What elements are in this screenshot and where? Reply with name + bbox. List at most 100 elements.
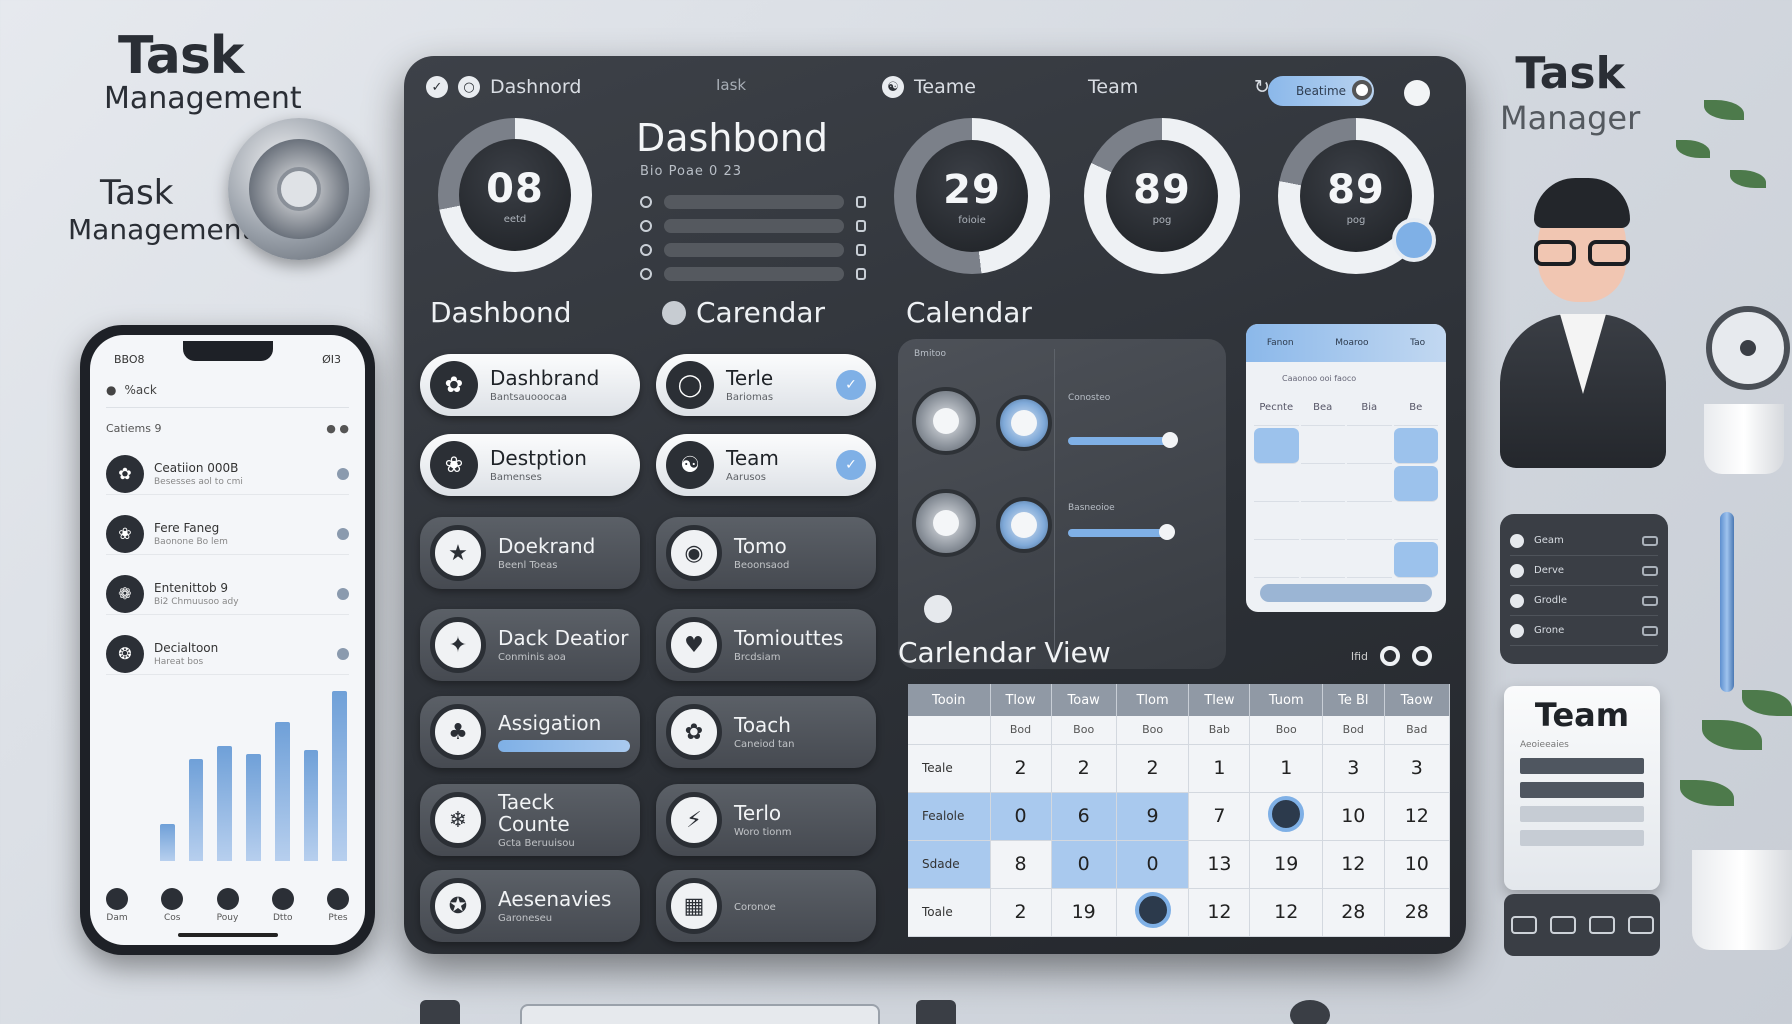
calendar-cell[interactable]: 10 (1384, 840, 1451, 889)
calendar-cell[interactable]: 8 (990, 840, 1052, 889)
control-button[interactable] (1549, 916, 1576, 934)
calendar-event-cell[interactable] (1249, 792, 1324, 841)
calendar-cell[interactable]: 2 (1051, 744, 1117, 793)
toggle-icon[interactable] (1352, 80, 1372, 100)
settings-icon[interactable] (1404, 80, 1430, 106)
event-marker-icon[interactable] (1268, 795, 1305, 832)
calendar-cell[interactable]: 3 (1322, 744, 1385, 793)
slider-2[interactable] (1068, 524, 1175, 540)
calendar-cell[interactable]: 12 (1188, 888, 1251, 937)
menu-item-team[interactable]: ☯ Team Aarusos ✓ (656, 434, 876, 496)
calendar-cell[interactable]: 2 (1116, 744, 1190, 793)
side-list-item[interactable]: Geam (1510, 526, 1658, 556)
pin-icon[interactable] (1412, 646, 1432, 666)
calendar-cell[interactable]: 10 (1322, 792, 1385, 841)
mini-cell[interactable] (1300, 504, 1345, 540)
calendar-cell[interactable]: 2 (990, 744, 1052, 793)
mini-cell[interactable] (1347, 466, 1392, 502)
calendar-cell[interactable]: 0 (1116, 840, 1190, 889)
dial-knob-icon[interactable] (228, 118, 370, 260)
phone-tab[interactable]: Pouy (216, 888, 239, 923)
toggle-icon[interactable] (1642, 595, 1658, 606)
mini-cell[interactable] (1393, 542, 1438, 578)
menu-item-terlo[interactable]: ⚡ Terlo Woro tionm (656, 784, 876, 856)
calendar-cell[interactable]: 2 (990, 888, 1052, 937)
calendar-cell[interactable]: 3 (1384, 744, 1451, 793)
menu-item-toach[interactable]: ✿ Toach Caneiod tan (656, 696, 876, 768)
mini-cell[interactable] (1254, 428, 1299, 464)
slider-1[interactable] (1068, 432, 1178, 448)
menu-item-taeck-counte[interactable]: ❄ Taeck Counte Gcta Beruuisou (420, 784, 640, 856)
control-knob-icon[interactable] (996, 395, 1052, 451)
menu-item-assigation[interactable]: ♣ Assigation (420, 696, 640, 768)
nav-dashboard[interactable]: ✓ ○ Dashnord (426, 76, 581, 98)
calendar-cell[interactable]: 6 (1051, 792, 1117, 841)
toggle-icon[interactable] (1642, 565, 1658, 576)
menu-item-dack-deatior[interactable]: ✦ Dack Deatior Conminis aoa (420, 609, 640, 681)
phone-list-item[interactable]: ❁ Entenittob 9 Bi2 Chmuusoo ady (106, 573, 349, 615)
phone-tab[interactable]: Ptes (327, 888, 349, 923)
mini-cell[interactable] (1254, 466, 1299, 502)
check-icon[interactable]: ✓ (836, 370, 866, 400)
mini-cell[interactable] (1347, 504, 1392, 540)
nav-teame[interactable]: ☯ Teame (882, 76, 976, 98)
control-button[interactable] (1627, 916, 1654, 934)
control-button[interactable] (1510, 916, 1537, 934)
more-icon[interactable]: ● ● (326, 422, 349, 435)
calendar-cell[interactable]: 1 (1249, 744, 1324, 793)
calendar-cell[interactable]: 19 (1051, 888, 1117, 937)
side-list-item[interactable]: Derve (1510, 556, 1658, 586)
phone-list-item[interactable]: ✿ Ceatiion 000B Besesses aol to cmi (106, 453, 349, 495)
toggle-icon[interactable] (1642, 535, 1658, 546)
target-icon[interactable] (1380, 646, 1400, 666)
mini-cell[interactable] (1393, 428, 1438, 464)
event-marker-icon[interactable] (1134, 891, 1171, 928)
badge-icon[interactable] (1392, 218, 1436, 262)
phone-tab[interactable]: Dtto (271, 888, 294, 923)
menu-item-doekrand[interactable]: ★ Doekrand Beenl Toeas (420, 517, 640, 589)
calendar-cell[interactable]: 9 (1116, 792, 1190, 841)
mini-cell[interactable] (1393, 466, 1438, 502)
menu-item-dashbrand[interactable]: ✿ Dashbrand Bantsauooocaa (420, 354, 640, 416)
calendar-cell[interactable]: 12 (1322, 840, 1385, 889)
mini-cell[interactable] (1254, 504, 1299, 540)
team-card[interactable]: Team Aeoieeaies (1504, 686, 1660, 890)
calendar-cell[interactable]: 28 (1384, 888, 1451, 937)
flower-icon[interactable] (924, 595, 952, 623)
menu-item-tomiouttes[interactable]: ♥ Tomiouttes Brcdsiam (656, 609, 876, 681)
mini-cell[interactable] (1393, 504, 1438, 540)
calendar-cell[interactable]: 0 (990, 792, 1052, 841)
calendar-cell[interactable]: 12 (1384, 792, 1451, 841)
control-knob-icon[interactable] (912, 489, 980, 557)
calendar-cell[interactable]: 28 (1322, 888, 1385, 937)
mini-cell[interactable] (1347, 428, 1392, 464)
control-knob-icon[interactable] (912, 387, 980, 455)
menu-item-coronoe[interactable]: ▦ Coronoe (656, 870, 876, 942)
side-list-item[interactable]: Grodle (1510, 586, 1658, 616)
phone-list-item[interactable]: ❀ Fere Faneg Baonone Bo lem (106, 513, 349, 555)
phone-search-bar[interactable]: ● %ack (106, 382, 349, 408)
toggle-icon[interactable] (1642, 625, 1658, 636)
calendar-cell[interactable]: 12 (1249, 888, 1324, 937)
phone-list-item[interactable]: ❂ Decialtoon Hareat bos (106, 633, 349, 675)
calendar-cell[interactable]: 1 (1188, 744, 1251, 793)
mini-cell[interactable] (1300, 542, 1345, 578)
control-knob-icon[interactable] (996, 497, 1052, 553)
calendar-cell[interactable]: 7 (1188, 792, 1251, 841)
nav-team[interactable]: Team (1088, 76, 1138, 98)
calendar-cell[interactable]: 19 (1249, 840, 1324, 889)
mini-cell[interactable] (1300, 466, 1345, 502)
menu-item-destption[interactable]: ❀ Destption Bamenses (420, 434, 640, 496)
control-button[interactable] (1588, 916, 1615, 934)
calendar-cell[interactable]: 13 (1188, 840, 1251, 889)
nav-task[interactable]: Iask (716, 76, 746, 94)
calendar-event-cell[interactable] (1116, 888, 1190, 937)
menu-item-terle[interactable]: ◯ Terle Bariomas ✓ (656, 354, 876, 416)
calendar-cell[interactable]: 0 (1051, 840, 1117, 889)
mini-calendar-footer-button[interactable] (1260, 584, 1432, 602)
menu-item-aesenavies[interactable]: ✪ Aesenavies Garoneseu (420, 870, 640, 942)
menu-item-tomo[interactable]: ◉ Tomo Beoonsaod (656, 517, 876, 589)
mini-cell[interactable] (1300, 428, 1345, 464)
phone-tab[interactable]: Dam (106, 888, 128, 923)
mini-cell[interactable] (1254, 542, 1299, 578)
